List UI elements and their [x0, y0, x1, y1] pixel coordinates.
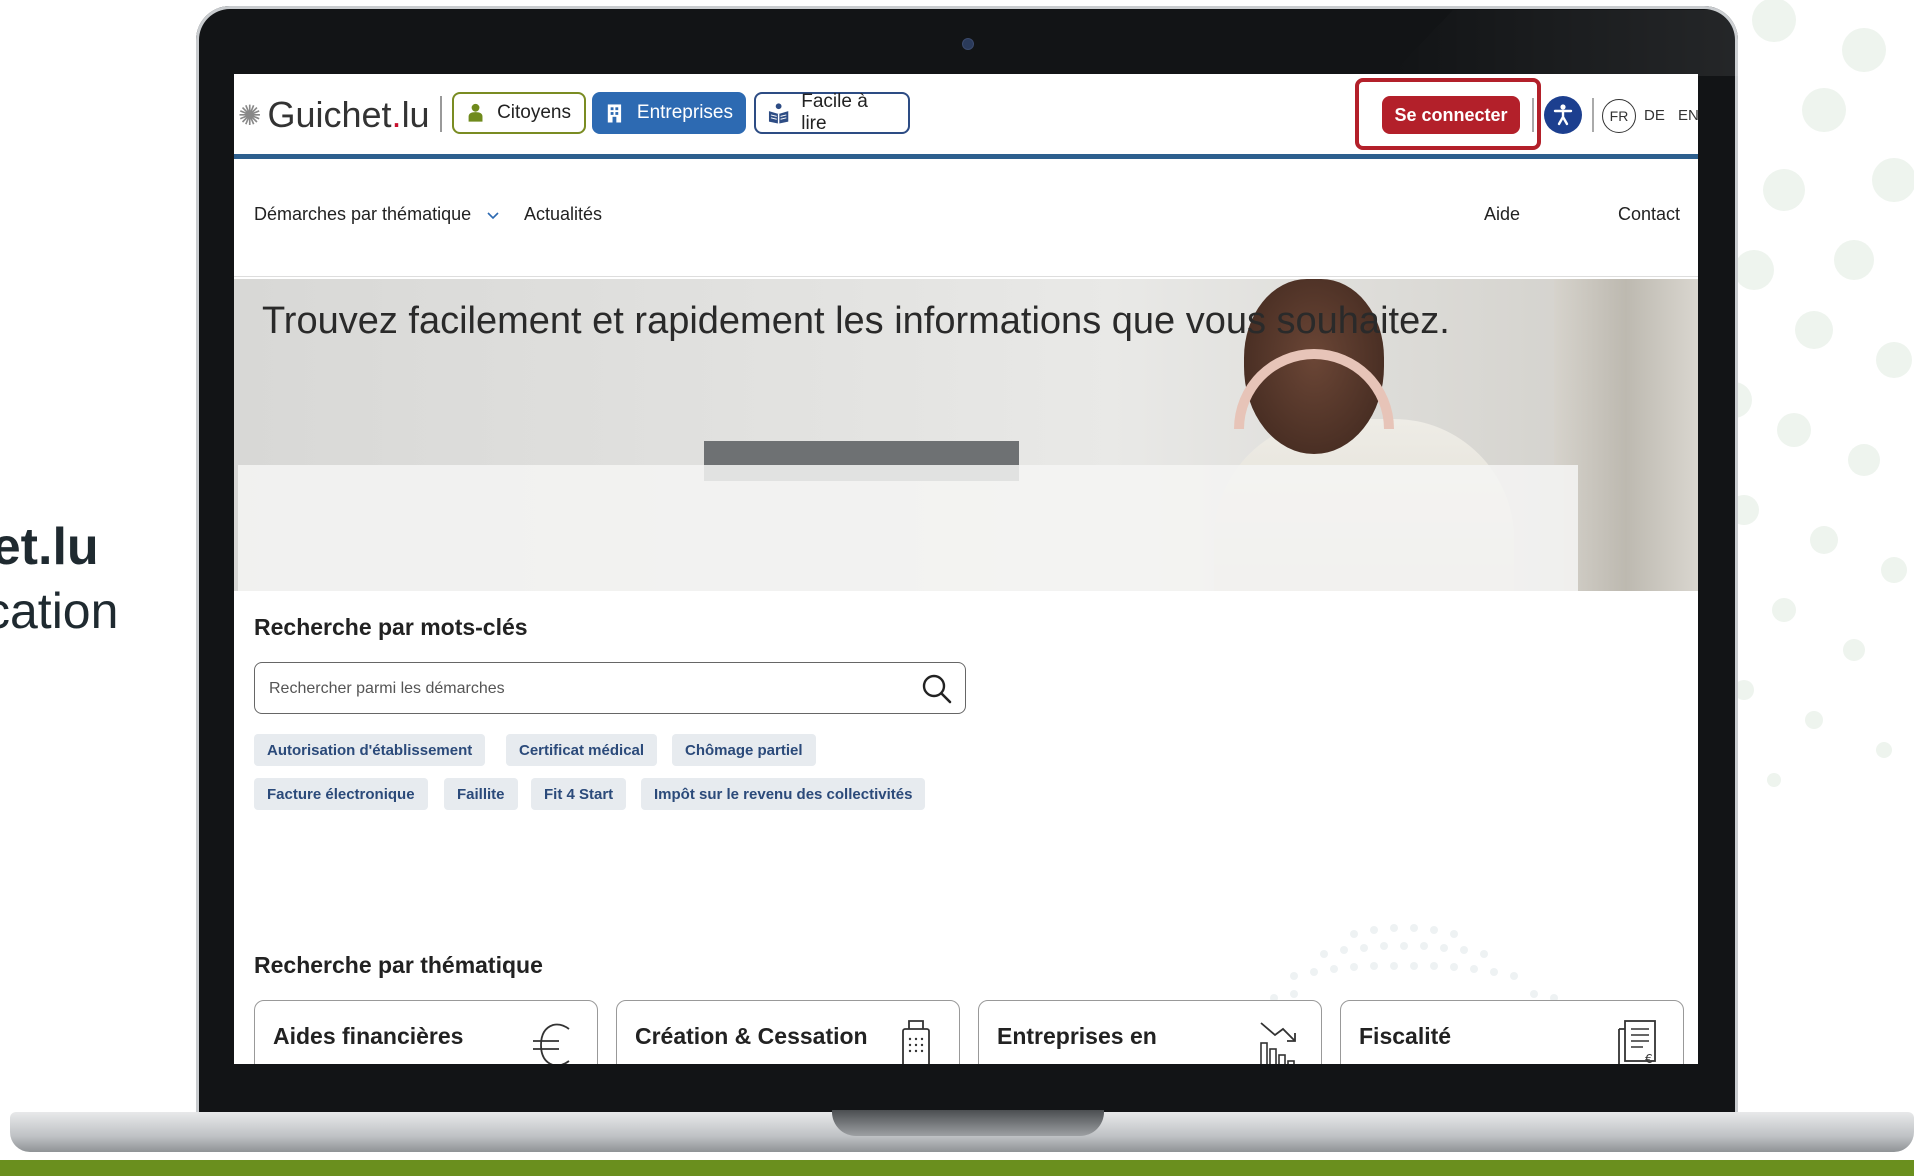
tab-facile-a-lire-label: Facile à lire [801, 91, 868, 134]
logo-text: Guichet [267, 94, 392, 135]
camera-icon [962, 38, 974, 50]
accessibility-figure-icon [1553, 104, 1573, 126]
nav-contact[interactable]: Contact [1618, 204, 1680, 225]
language-fr[interactable]: FR [1602, 99, 1636, 133]
header-divider [1532, 98, 1534, 132]
chart-down-icon [1260, 1022, 1296, 1064]
login-button[interactable]: Se connecter [1382, 96, 1520, 134]
keyword-tag[interactable]: Autorisation d'établissement [254, 734, 486, 766]
site-logo[interactable]: ✺ Guichet. lu [238, 94, 430, 136]
logo-star-icon: ✺ [238, 99, 262, 131]
theme-card[interactable]: Création & Cessation [616, 1000, 960, 1064]
nav-actualites[interactable]: Actualités [524, 204, 602, 225]
document-icon [902, 1020, 930, 1064]
tab-facile-a-lire[interactable]: Facile à lire [754, 91, 910, 134]
keyword-tag[interactable]: Impôt sur le revenu des collectivités [641, 778, 926, 810]
main-nav: Démarches par thématique Actualités Aide… [234, 156, 1698, 277]
chevron-down-icon [487, 212, 499, 220]
building-icon [607, 104, 622, 123]
invoice-icon: € [1618, 1020, 1656, 1064]
keyword-tag[interactable]: Facture électronique [254, 778, 428, 810]
person-icon [468, 103, 483, 122]
logo-dot: . [391, 94, 402, 135]
keyword-tag[interactable]: Faillite [444, 778, 518, 810]
site-header: ✺ Guichet. lu Citoyens Entreprises Facil… [234, 74, 1698, 159]
tab-entreprises-label: Entreprises [636, 102, 733, 123]
theme-card[interactable]: Entreprises en [978, 1000, 1322, 1064]
tab-citoyens-label: Citoyens [497, 102, 571, 123]
theme-card-title: Entreprises en [997, 1023, 1157, 1049]
tab-entreprises[interactable]: Entreprises [592, 92, 746, 134]
slide-caption-line2: fication [0, 583, 119, 639]
tab-citoyens[interactable]: Citoyens [452, 92, 586, 134]
accessibility-icon[interactable] [1544, 96, 1582, 134]
hero-title: Trouvez facilement et rapidement les inf… [262, 300, 1450, 342]
footer-band [0, 1160, 1914, 1176]
easy-read-icon [768, 103, 789, 124]
euro-icon [533, 1023, 570, 1064]
search-icon[interactable] [921, 673, 953, 705]
theme-card[interactable]: Fiscalité € [1340, 1000, 1684, 1064]
header-divider [1592, 98, 1594, 132]
keyword-tag[interactable]: Chômage partiel [672, 734, 816, 766]
slide-caption-line1: het.lu [0, 518, 99, 576]
hero-text-band [238, 465, 1578, 591]
svg-text:€: € [1645, 1052, 1653, 1064]
language-de[interactable]: DE [1644, 107, 1665, 124]
browser-screen: ✺ Guichet. lu Citoyens Entreprises Facil… [234, 74, 1698, 1064]
search-input[interactable] [267, 673, 891, 705]
keyword-tag[interactable]: Certificat médical [506, 734, 658, 766]
logo-divider [440, 96, 442, 132]
search-box [254, 662, 966, 714]
slide-caption: het.lu fication [0, 515, 118, 643]
keyword-tag[interactable]: Fit 4 Start [531, 778, 627, 810]
theme-card-title: Création & Cessation [635, 1023, 868, 1049]
theme-card[interactable]: Aides financières [254, 1000, 598, 1064]
keyword-search-heading: Recherche par mots-clés [254, 614, 528, 640]
laptop-notch [832, 1110, 1104, 1136]
nav-aide[interactable]: Aide [1484, 204, 1520, 225]
language-en[interactable]: EN [1678, 107, 1698, 124]
nav-demarches[interactable]: Démarches par thématique [254, 204, 500, 225]
nav-demarches-label: Démarches par thématique [254, 204, 472, 224]
theme-search-heading: Recherche par thématique [254, 952, 543, 978]
logo-tld: lu [401, 94, 430, 135]
theme-card-title: Fiscalité [1359, 1023, 1452, 1049]
theme-card-title: Aides financières [273, 1023, 464, 1049]
